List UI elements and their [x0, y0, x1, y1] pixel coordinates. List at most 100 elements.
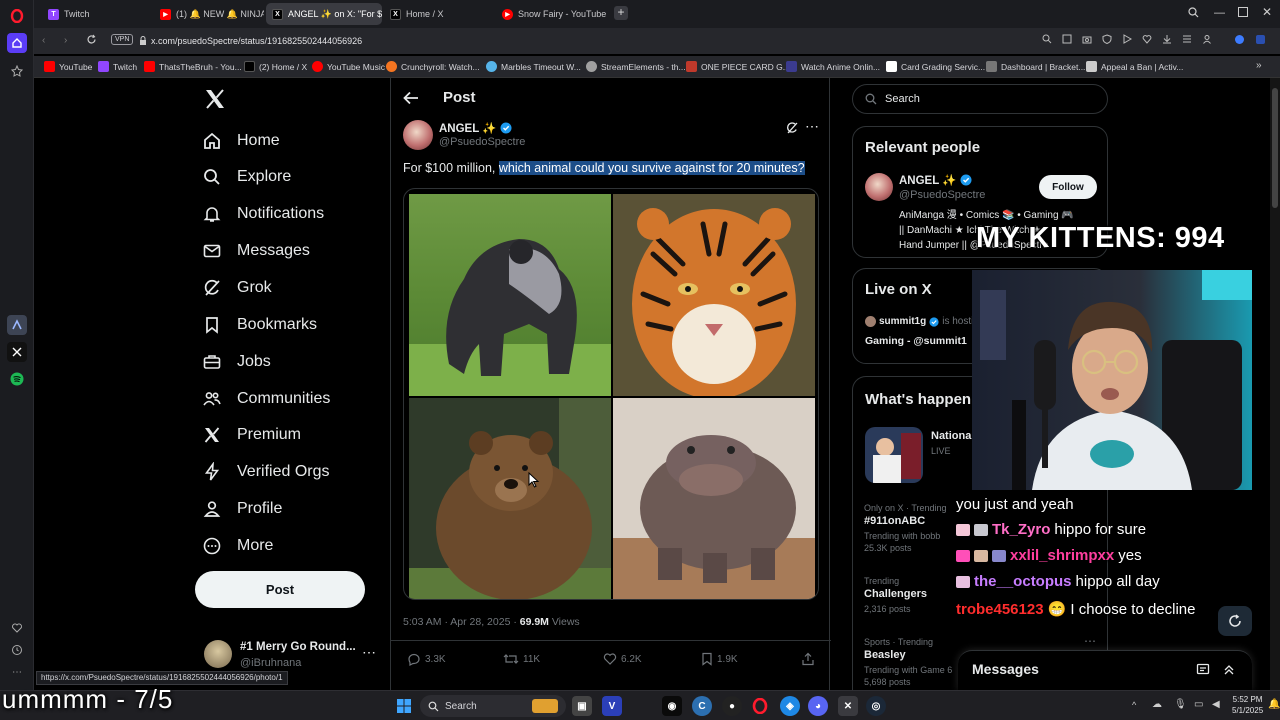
discord-icon[interactable]: ◕: [808, 696, 828, 716]
repost-button[interactable]: 11K: [503, 652, 540, 666]
event-thumbnail[interactable]: [865, 427, 923, 483]
reload-icon[interactable]: [86, 34, 97, 45]
more-options-icon[interactable]: ⋯: [362, 644, 376, 661]
live-host-row[interactable]: summit1g is hosti: [865, 316, 973, 327]
scrollbar-thumb[interactable]: [1272, 88, 1278, 208]
taskbar-search[interactable]: Search: [420, 695, 566, 717]
app-active-icon[interactable]: ✕: [838, 696, 858, 716]
extension-icon[interactable]: [1255, 34, 1266, 45]
nav-more[interactable]: More: [202, 531, 273, 561]
nav-explore[interactable]: Explore: [202, 162, 291, 192]
bookmark-marbles[interactable]: Marbles Timeout W...: [486, 61, 581, 72]
media-bear-image[interactable]: [409, 398, 611, 599]
app-c-icon[interactable]: C: [692, 696, 712, 716]
new-message-icon[interactable]: [1196, 662, 1210, 676]
refresh-feed-icon[interactable]: [1218, 606, 1252, 636]
page-scrollbar[interactable]: [1270, 78, 1280, 690]
spotify-icon[interactable]: [7, 369, 27, 389]
bookmark-youtube-music[interactable]: YouTube Music: [312, 61, 385, 72]
shield-icon[interactable]: [1102, 34, 1112, 44]
follow-button[interactable]: Follow: [1039, 175, 1097, 199]
play-icon[interactable]: [1122, 34, 1132, 44]
account-switcher[interactable]: #1 Merry Go Round... @iBruhnana ⋯: [202, 638, 402, 674]
nav-profile[interactable]: Profile: [202, 494, 282, 524]
reply-button[interactable]: 3.3K: [407, 652, 446, 666]
bookmark-crunchyroll[interactable]: Crunchyroll: Watch...: [386, 61, 480, 72]
bookmark-anime[interactable]: Watch Anime Onlin...: [786, 61, 880, 72]
more-options-icon[interactable]: ⋯: [805, 118, 819, 135]
heart-icon[interactable]: [7, 618, 27, 638]
bookmark-thatsthebruh[interactable]: ThatsTheBruh - You...: [144, 61, 242, 72]
taskbar-clock[interactable]: 5:52 PM 5/1/2025: [1232, 694, 1263, 716]
menu-icon[interactable]: [1182, 34, 1192, 44]
tab-snow-fairy[interactable]: ▶ Snow Fairy - YouTube: [496, 3, 606, 25]
relevant-name-row[interactable]: ANGEL ✨: [899, 173, 972, 187]
star-icon[interactable]: [7, 61, 27, 81]
media-gorilla-image[interactable]: [409, 194, 611, 396]
post-button[interactable]: Post: [195, 571, 365, 608]
bookmark-one-piece[interactable]: ONE PIECE CARD G...: [686, 61, 790, 72]
microphone-icon[interactable]: 🎙: [1174, 699, 1187, 710]
nav-premium[interactable]: Premium: [202, 420, 301, 450]
search-input[interactable]: Search: [852, 84, 1108, 114]
edit-icon[interactable]: [1062, 34, 1072, 44]
tab-angel-post[interactable]: X ANGEL ✨ on X: "For $10: [266, 3, 382, 25]
app-dark-icon[interactable]: ◉: [662, 696, 682, 716]
back-icon[interactable]: ‹: [42, 35, 45, 46]
expand-icon[interactable]: [1222, 662, 1236, 676]
close-window-button[interactable]: ✕: [1262, 5, 1272, 19]
bookmark-button[interactable]: 1.9K: [701, 652, 738, 666]
nav-notifications[interactable]: Notifications: [202, 199, 324, 229]
maximize-button[interactable]: [1238, 7, 1248, 17]
volume-icon[interactable]: ◀: [1212, 699, 1220, 710]
trend-item[interactable]: Only on X · Trending #911onABC Trending …: [864, 503, 947, 553]
bookmark-streamelements[interactable]: StreamElements - th...: [586, 61, 686, 72]
back-arrow-icon[interactable]: [403, 91, 419, 105]
like-button[interactable]: 6.2K: [603, 652, 642, 666]
forward-icon[interactable]: ›: [64, 35, 67, 46]
vpn-badge[interactable]: VPN: [111, 34, 134, 45]
nav-messages[interactable]: Messages: [202, 236, 310, 266]
camera-icon[interactable]: [1082, 34, 1092, 44]
minimize-button[interactable]: —: [1214, 7, 1225, 19]
tab-twitch[interactable]: T Twitch: [42, 3, 152, 25]
bookmark-appeal[interactable]: Appeal a Ban | Activ...: [1086, 61, 1183, 72]
app-v-icon[interactable]: V: [602, 696, 622, 716]
search-tabs-icon[interactable]: [1188, 7, 1199, 18]
account-icon[interactable]: [1202, 34, 1212, 44]
network-icon[interactable]: ▭: [1194, 699, 1203, 710]
x-logo-icon[interactable]: [204, 88, 226, 110]
notification-bell-icon[interactable]: 🔔: [1268, 699, 1280, 710]
search-icon[interactable]: [1042, 34, 1052, 44]
event-title[interactable]: Nationa: [931, 430, 971, 442]
messages-drawer[interactable]: Messages: [958, 650, 1252, 690]
app-blue-icon[interactable]: ◈: [780, 696, 800, 716]
heart-icon[interactable]: [1142, 34, 1152, 44]
trend-item[interactable]: Sports · Trending Beasley Trending with …: [864, 637, 952, 687]
bookmarks-overflow-icon[interactable]: »: [1256, 60, 1262, 71]
grok-icon[interactable]: [785, 121, 799, 135]
nav-home[interactable]: Home: [202, 126, 280, 156]
bookmark-home-x[interactable]: (2) Home / X: [244, 61, 307, 72]
download-icon[interactable]: [1162, 34, 1172, 44]
nav-communities[interactable]: Communities: [202, 384, 330, 414]
share-button[interactable]: [801, 652, 815, 666]
nav-bookmarks[interactable]: Bookmarks: [202, 310, 317, 340]
tray-overflow-icon[interactable]: ^: [1132, 700, 1136, 710]
windows-start-icon[interactable]: [394, 696, 414, 716]
tab-home-x[interactable]: X Home / X: [384, 3, 494, 25]
aria-icon[interactable]: [1234, 34, 1245, 45]
bookmark-youtube[interactable]: YouTube: [44, 61, 92, 72]
obs-icon[interactable]: ●: [722, 696, 742, 716]
nav-verified-orgs[interactable]: Verified Orgs: [202, 457, 329, 487]
more-options-icon[interactable]: ⋯: [1084, 634, 1096, 648]
nav-jobs[interactable]: Jobs: [202, 347, 271, 377]
media-hippo-image[interactable]: [613, 398, 815, 599]
onedrive-icon[interactable]: ☁: [1152, 699, 1162, 710]
nav-grok[interactable]: Grok: [202, 273, 272, 303]
bookmark-dashboard[interactable]: Dashboard | Bracket...: [986, 61, 1085, 72]
author-avatar[interactable]: [403, 120, 433, 150]
more-dots-icon[interactable]: ⋯: [7, 662, 27, 682]
steam-icon[interactable]: ◎: [866, 696, 886, 716]
opera-logo-icon[interactable]: [7, 6, 27, 26]
